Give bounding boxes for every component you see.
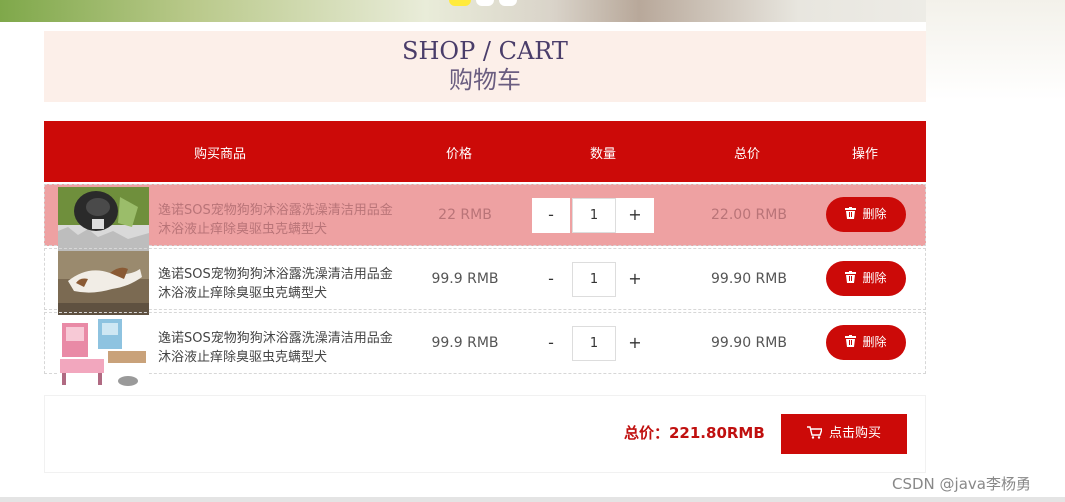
product-image[interactable] <box>58 315 149 395</box>
buy-button-label: 点击购买 <box>828 426 881 441</box>
carousel-dot-2[interactable] <box>476 0 494 6</box>
cart-grand-total: 总价：221.80RMB <box>624 424 765 442</box>
trash-icon <box>845 207 857 219</box>
trash-icon <box>845 271 857 283</box>
quantity-stepper: - 1 + <box>532 262 660 297</box>
delete-button-label: 删除 <box>862 271 887 285</box>
product-name[interactable]: 逸诺SOS宠物狗狗沐浴露洗澡清洁用品金沐浴液止痒除臭驱虫克螨型犬 <box>158 201 398 239</box>
product-price: 99.9 RMB <box>431 335 499 351</box>
column-header-actions: 操作 <box>852 147 879 162</box>
delete-button[interactable]: 删除 <box>826 325 906 360</box>
page-title-box: SHOP / CART 购物车 <box>44 31 926 102</box>
cart-icon <box>806 426 823 439</box>
cart-footer: 总价：221.80RMB 点击购买 <box>44 395 926 473</box>
top-banner <box>0 0 1065 22</box>
carousel-dots <box>449 0 517 6</box>
page-title-cn: 购物车 <box>449 66 521 94</box>
product-name[interactable]: 逸诺SOS宠物狗狗沐浴露洗澡清洁用品金沐浴液止痒除臭驱虫克螨型犬 <box>158 329 398 367</box>
quantity-input[interactable]: 1 <box>572 198 616 233</box>
bottom-divider <box>0 497 1065 502</box>
column-header-product: 购买商品 <box>194 147 247 162</box>
cart-row: 逸诺SOS宠物狗狗沐浴露洗澡清洁用品金沐浴液止痒除臭驱虫克螨型犬 99.9 RM… <box>44 248 926 315</box>
delete-button-label: 删除 <box>862 335 887 349</box>
quantity-decrease-button[interactable]: - <box>532 326 570 361</box>
product-name[interactable]: 逸诺SOS宠物狗狗沐浴露洗澡清洁用品金沐浴液止痒除臭驱虫克螨型犬 <box>158 265 398 303</box>
quantity-decrease-button[interactable]: - <box>532 262 570 297</box>
buy-button[interactable]: 点击购买 <box>781 414 907 454</box>
product-image[interactable] <box>58 251 149 315</box>
cart-row: 逸诺SOS宠物狗狗沐浴露洗澡清洁用品金沐浴液止痒除臭驱虫克螨型犬 22 RMB … <box>44 184 926 251</box>
delete-button-label: 删除 <box>862 207 887 221</box>
quantity-decrease-button[interactable]: - <box>532 198 570 233</box>
trash-icon <box>845 335 857 347</box>
delete-button[interactable]: 删除 <box>826 261 906 296</box>
cart-row: 逸诺SOS宠物狗狗沐浴露洗澡清洁用品金沐浴液止痒除臭驱虫克螨型犬 99.9 RM… <box>44 312 926 395</box>
quantity-input[interactable]: 1 <box>572 326 616 361</box>
row-total: 22.00 RMB <box>711 207 787 223</box>
quantity-stepper: - 1 + <box>532 198 660 233</box>
carousel-dot-3[interactable] <box>499 0 517 6</box>
quantity-stepper: - 1 + <box>532 326 660 361</box>
background-decoration <box>926 0 1065 502</box>
quantity-increase-button[interactable]: + <box>616 326 654 361</box>
product-price: 22 RMB <box>438 207 492 223</box>
carousel-dot-1[interactable] <box>449 0 471 6</box>
watermark: CSDN @java李杨勇 <box>892 475 1031 493</box>
row-total: 99.90 RMB <box>711 271 787 287</box>
quantity-increase-button[interactable]: + <box>616 262 654 297</box>
product-image[interactable] <box>58 187 149 251</box>
column-header-total: 总价 <box>734 147 761 162</box>
column-header-price: 价格 <box>446 147 473 162</box>
page-title-en: SHOP / CART <box>402 37 568 65</box>
column-header-quantity: 数量 <box>590 147 617 162</box>
quantity-input[interactable]: 1 <box>572 262 616 297</box>
row-total: 99.90 RMB <box>711 335 787 351</box>
quantity-increase-button[interactable]: + <box>616 198 654 233</box>
cart-table-header: 购买商品 价格 数量 总价 操作 <box>44 121 926 182</box>
delete-button[interactable]: 删除 <box>826 197 906 232</box>
product-price: 99.9 RMB <box>431 271 499 287</box>
